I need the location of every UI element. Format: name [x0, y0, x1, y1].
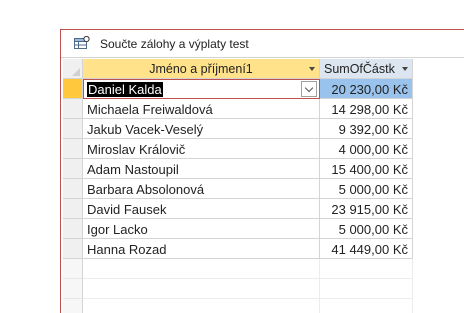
record-selector[interactable]: [63, 159, 83, 179]
record-selector[interactable]: [63, 259, 83, 279]
record-selector[interactable]: [63, 79, 83, 99]
record-selector[interactable]: [63, 219, 83, 239]
sum-cell[interactable]: 5 000,00 Kč: [320, 179, 413, 199]
sum-cell[interactable]: 5 000,00 Kč: [320, 219, 413, 239]
name-cell[interactable]: David Fausek: [83, 199, 320, 219]
empty-cell: [83, 299, 320, 313]
sum-cell[interactable]: 41 449,00 Kč: [320, 239, 413, 259]
name-cell[interactable]: Daniel Kalda: [83, 79, 320, 99]
combo-dropdown-button[interactable]: [301, 81, 317, 97]
query-datasheet-window: Součte zálohy a výplaty test Jméno a pří…: [60, 29, 464, 313]
column-header-sum[interactable]: SumOfČástk: [320, 59, 413, 79]
column-header-sum-label: SumOfČástk: [324, 62, 395, 76]
column-header-name[interactable]: Jméno a příjmení1: [83, 59, 320, 79]
sum-cell[interactable]: 9 392,00 Kč: [320, 119, 413, 139]
name-cell[interactable]: Jakub Vacek-Veselý: [83, 119, 320, 139]
name-cell[interactable]: Miroslav Královič: [83, 139, 320, 159]
sum-cell[interactable]: 4 000,00 Kč: [320, 139, 413, 159]
name-cell[interactable]: Adam Nastoupil: [83, 159, 320, 179]
record-selector: [63, 279, 83, 299]
sum-cell[interactable]: 14 298,00 Kč: [320, 99, 413, 119]
query-datasheet-icon: [74, 36, 90, 49]
empty-cell: [83, 279, 320, 299]
name-cell[interactable]: Barbara Absolonová: [83, 179, 320, 199]
column-filter-dropdown-icon[interactable]: [402, 67, 408, 71]
record-selector[interactable]: [63, 119, 83, 139]
record-selector[interactable]: [63, 99, 83, 119]
record-selector[interactable]: [63, 199, 83, 219]
sum-cell[interactable]: 15 400,00 Kč: [320, 159, 413, 179]
select-all-button[interactable]: [63, 59, 83, 79]
record-selector: [63, 299, 83, 313]
empty-cell: [320, 279, 413, 299]
record-selector[interactable]: [63, 239, 83, 259]
name-cell[interactable]: Michaela Freiwaldová: [83, 99, 320, 119]
chevron-down-icon: [304, 83, 314, 93]
empty-cell: [320, 299, 413, 313]
name-cell[interactable]: Igor Lacko: [83, 219, 320, 239]
sum-cell[interactable]: 23 915,00 Kč: [320, 199, 413, 219]
name-cell[interactable]: [83, 259, 320, 279]
sum-cell[interactable]: [320, 259, 413, 279]
name-cell-text: Daniel Kalda: [87, 82, 163, 97]
column-header-name-label: Jméno a příjmení1: [149, 62, 253, 76]
document-tab-title: Součte zálohy a výplaty test: [100, 37, 249, 51]
column-filter-dropdown-icon[interactable]: [309, 67, 315, 71]
document-tab[interactable]: Součte zálohy a výplaty test: [61, 30, 464, 58]
select-all-triangle-icon: [72, 68, 80, 76]
record-selector[interactable]: [63, 179, 83, 199]
record-selector[interactable]: [63, 139, 83, 159]
name-cell[interactable]: Hanna Rozad: [83, 239, 320, 259]
sum-cell[interactable]: 20 230,00 Kč: [320, 79, 413, 99]
